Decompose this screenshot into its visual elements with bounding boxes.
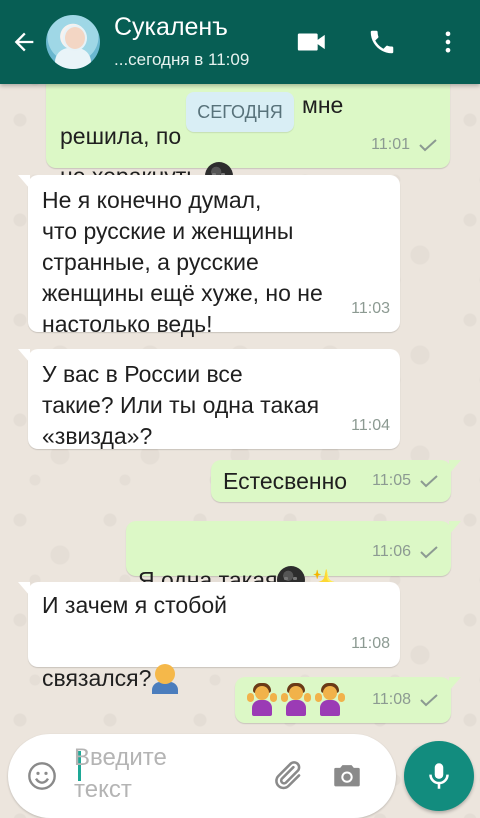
message-composer: Введите текст bbox=[8, 734, 396, 818]
woman-shrugging-emoji-icon bbox=[281, 683, 311, 717]
message-incoming[interactable]: У вас в России все такие? Или ты одна та… bbox=[18, 349, 400, 449]
read-check-icon bbox=[420, 693, 438, 706]
video-call-button[interactable] bbox=[294, 24, 330, 60]
message-time: 11:08 bbox=[372, 691, 411, 708]
phone-icon bbox=[370, 30, 394, 54]
message-text: Не я конечно думал, что русские и женщин… bbox=[42, 187, 323, 337]
chat-header: Сукаленъ ...сегодня в 11:09 bbox=[0, 0, 480, 84]
message-outgoing[interactable]: 11:08 bbox=[235, 677, 461, 723]
emoji-button[interactable] bbox=[26, 760, 58, 792]
camera-button[interactable] bbox=[330, 758, 366, 794]
message-text: связался? bbox=[42, 665, 152, 691]
read-check-icon bbox=[420, 545, 438, 558]
contact-avatar[interactable] bbox=[46, 15, 100, 69]
message-text: мне bbox=[302, 92, 344, 118]
camera-icon bbox=[334, 765, 360, 787]
message-incoming[interactable]: Не я конечно думал, что русские и женщин… bbox=[18, 175, 400, 337]
attach-button[interactable] bbox=[270, 758, 306, 794]
message-text: Естесвенно bbox=[223, 468, 348, 494]
back-arrow-icon bbox=[14, 32, 34, 52]
emoji-smile-icon bbox=[28, 762, 56, 790]
more-vertical-icon bbox=[445, 31, 451, 53]
read-check-icon bbox=[419, 138, 437, 151]
back-button[interactable] bbox=[6, 24, 42, 60]
woman-shrugging-emoji-icon bbox=[315, 683, 345, 717]
message-time: 11:04 bbox=[351, 417, 390, 434]
message-input[interactable]: Введите текст bbox=[74, 742, 167, 806]
voice-record-button[interactable] bbox=[404, 741, 474, 811]
message-outgoing[interactable]: Я одна такая✨ 11:06 bbox=[126, 521, 461, 598]
message-incoming[interactable]: И зачем я стобой связался? 11:08 bbox=[18, 582, 400, 694]
voice-call-button[interactable] bbox=[364, 24, 400, 60]
date-separator: СЕГОДНЯ bbox=[186, 92, 294, 132]
message-time: 11:05 bbox=[372, 472, 411, 489]
message-time: 11:01 bbox=[371, 136, 410, 153]
message-text: И зачем я стобой bbox=[42, 592, 227, 618]
overflow-menu-button[interactable] bbox=[430, 24, 466, 60]
message-time: 11:08 bbox=[351, 635, 390, 652]
message-time: 11:03 bbox=[351, 300, 390, 317]
man-facepalming-emoji-icon bbox=[151, 664, 179, 694]
contact-last-seen: ...сегодня в 11:09 bbox=[114, 50, 250, 69]
woman-shrugging-emoji-icon bbox=[247, 683, 277, 717]
read-check-icon bbox=[420, 474, 438, 487]
paperclip-icon bbox=[275, 761, 301, 790]
message-text: У вас в России все такие? Или ты одна та… bbox=[42, 361, 320, 449]
video-camera-icon bbox=[297, 33, 325, 51]
message-time: 11:06 bbox=[372, 543, 411, 560]
contact-name[interactable]: Сукаленъ bbox=[114, 13, 228, 42]
mic-icon bbox=[429, 763, 449, 789]
message-outgoing[interactable]: Естесвенно 11:05 bbox=[211, 460, 461, 502]
